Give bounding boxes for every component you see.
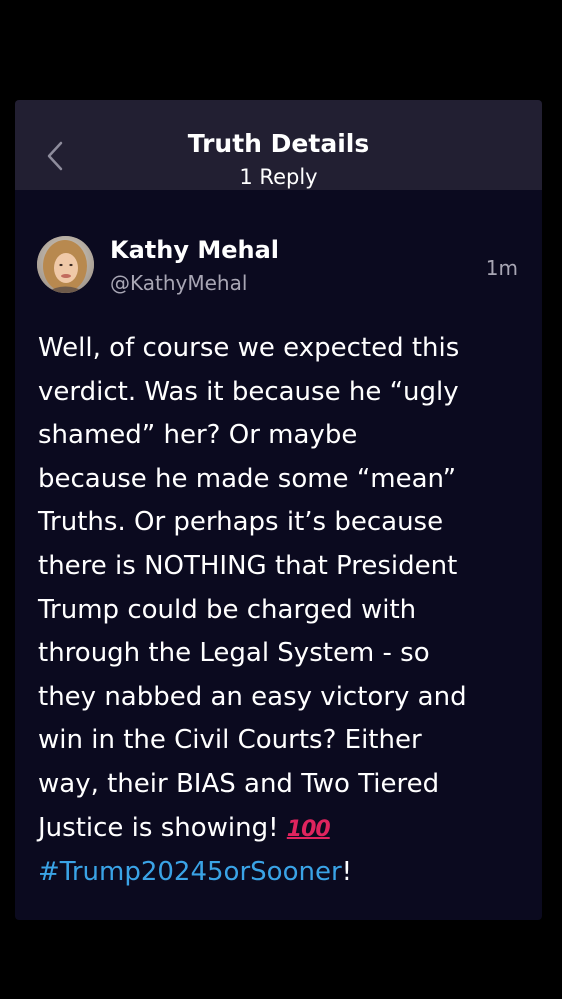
- header-bar: Truth Details 1 Reply: [15, 100, 542, 190]
- truth-details-card: Truth Details 1 Reply Kathy Mehal @Kathy…: [15, 100, 542, 920]
- post-line: way, their BIAS and Two Tiered: [38, 768, 440, 799]
- post-timestamp: 1m: [485, 256, 518, 280]
- hashtag-link[interactable]: #Trump20245orSooner: [38, 857, 342, 887]
- avatar-photo: [37, 236, 94, 293]
- post-line: shamed” her? Or maybe: [38, 420, 358, 451]
- post-body: Well, of course we expected this verdict…: [38, 327, 533, 895]
- author-handle[interactable]: @KathyMehal: [110, 269, 247, 297]
- post-hashtag-line: #Trump20245orSooner!: [38, 851, 533, 895]
- post-line: there is NOTHING that President: [38, 550, 458, 581]
- avatar[interactable]: [37, 236, 94, 293]
- post-line: they nabbed an easy victory and: [38, 681, 467, 712]
- post-line-last: Justice is showing! 100: [38, 807, 533, 852]
- post-line-text: Justice is showing!: [38, 812, 279, 843]
- page-title: Truth Details: [187, 129, 370, 158]
- post-line: verdict. Was it because he “ugly: [38, 376, 459, 407]
- post-trailing-text: !: [341, 857, 353, 888]
- post-line: Well, of course we expected this: [38, 333, 460, 363]
- post-line: Trump could be charged with: [38, 594, 417, 625]
- reply-count[interactable]: 1 Reply: [15, 163, 542, 191]
- author-name[interactable]: Kathy Mehal: [110, 234, 279, 266]
- post-line: through the Legal System - so: [38, 638, 430, 669]
- post-line: Truths. Or perhaps it’s because: [38, 507, 444, 538]
- post-line: because he made some “mean”: [38, 463, 457, 494]
- hundred-points-icon: 100: [286, 816, 331, 842]
- post-line: win in the Civil Courts? Either: [38, 725, 422, 756]
